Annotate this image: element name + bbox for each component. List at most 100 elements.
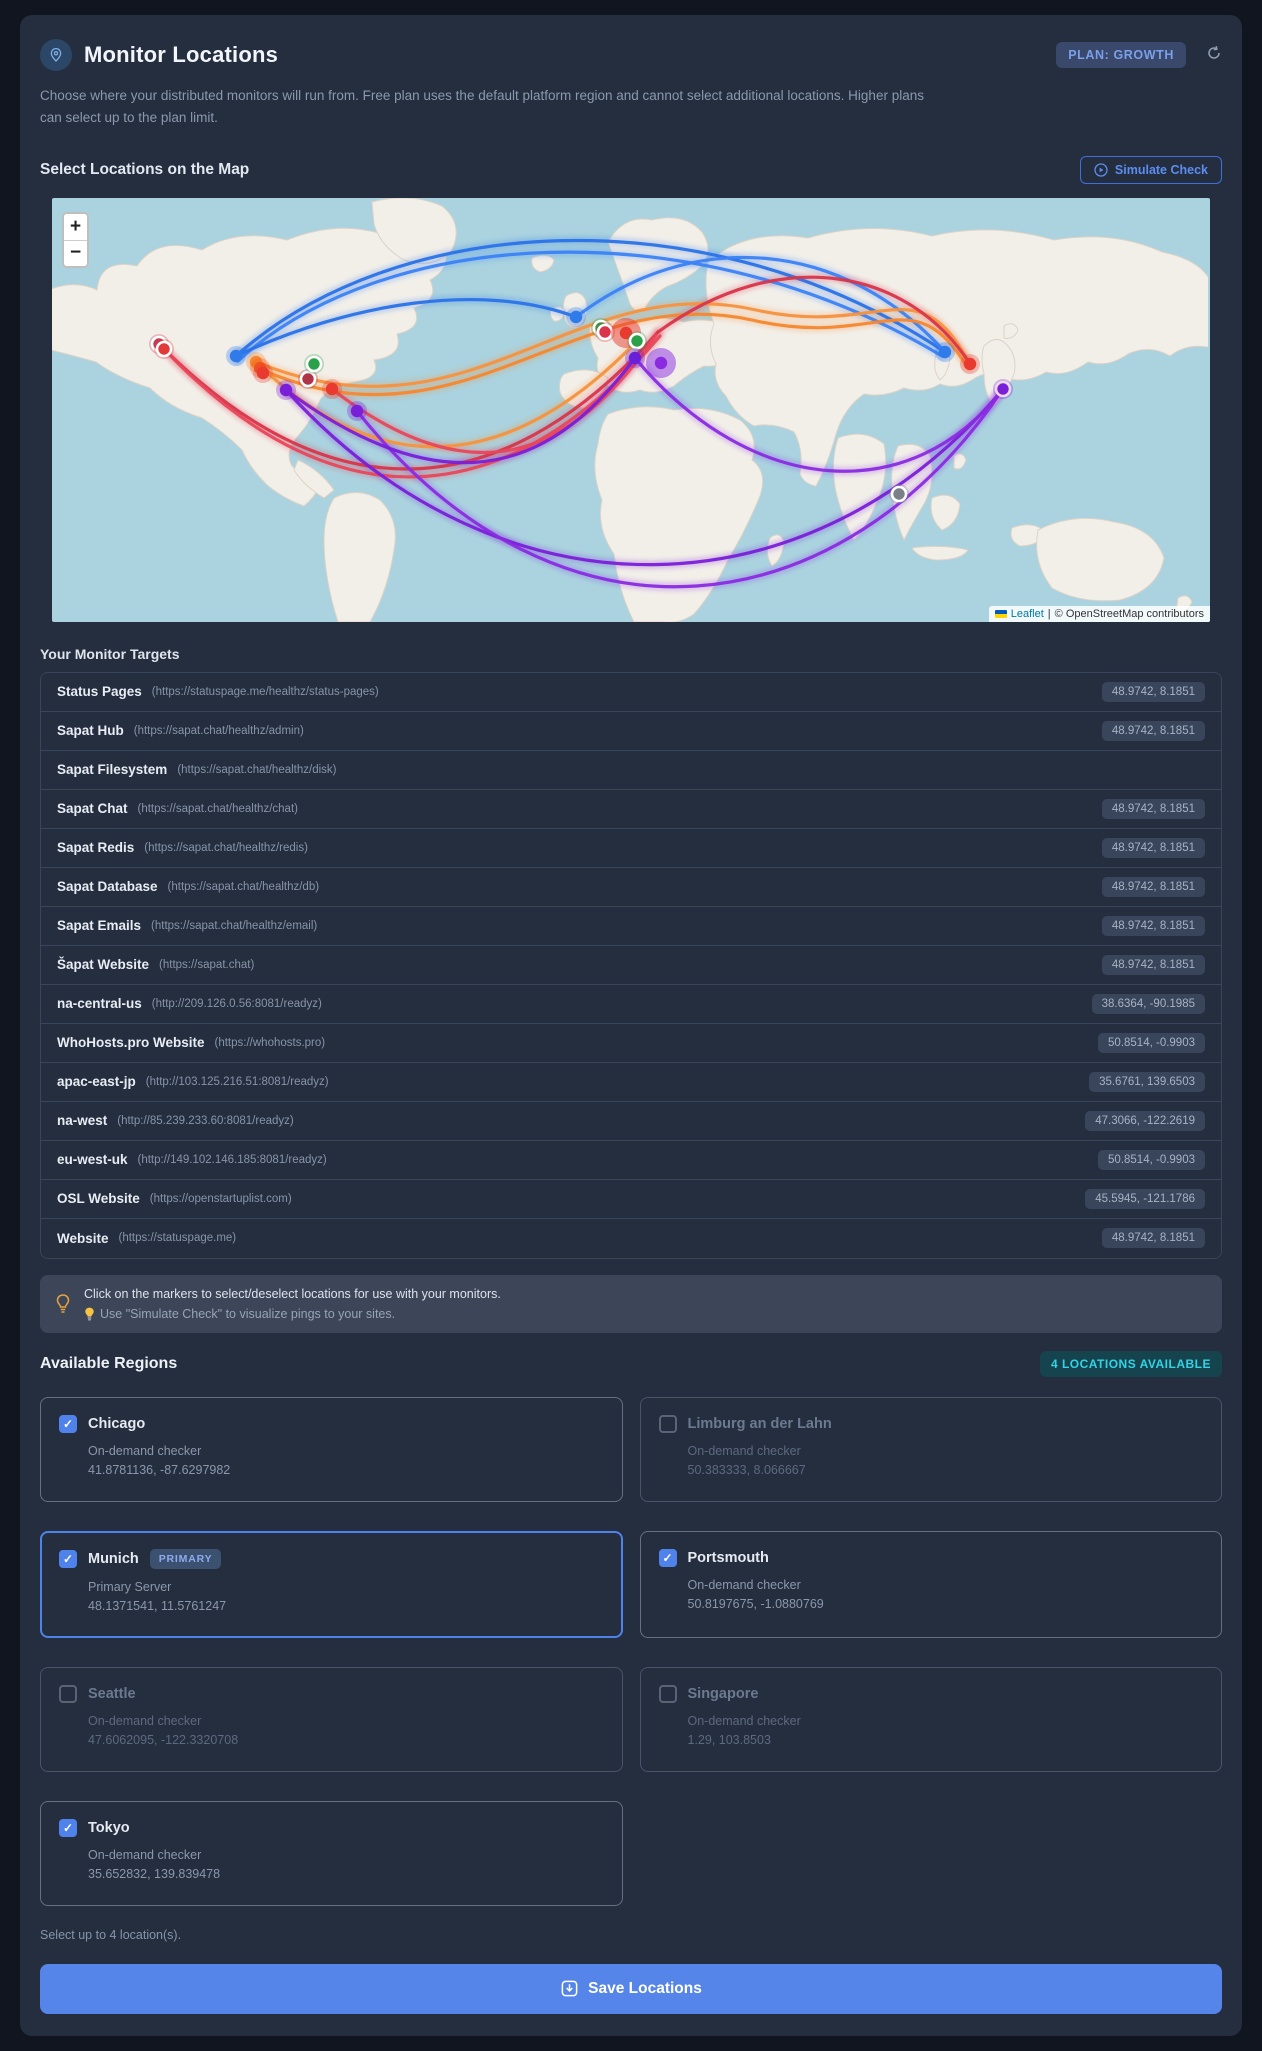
target-row: Šapat Website (https://sapat.chat) 48.97… bbox=[41, 945, 1221, 985]
refresh-icon[interactable] bbox=[1206, 45, 1222, 66]
map-canvas bbox=[52, 197, 1208, 622]
target-row: Status Pages (https://statuspage.me/heal… bbox=[41, 672, 1221, 712]
region-name: Portsmouth bbox=[687, 1549, 769, 1566]
target-name: Sapat Database bbox=[57, 879, 158, 895]
target-row: OSL Website (https://openstartuplist.com… bbox=[41, 1179, 1221, 1219]
target-name: apac-east-jp bbox=[57, 1074, 136, 1090]
locations-available-badge: 4 LOCATIONS AVAILABLE bbox=[1039, 1350, 1222, 1377]
location-pin-icon bbox=[40, 39, 72, 71]
map-marker-na-west-red-b[interactable] bbox=[154, 338, 174, 359]
region-card[interactable]: Chicago On-demand checker 41.8781136, -8… bbox=[40, 1396, 623, 1502]
map-marker-portsmouth-blue[interactable] bbox=[566, 306, 586, 327]
map-marker-na-red[interactable] bbox=[253, 362, 273, 383]
lightbulb-icon bbox=[56, 1293, 70, 1313]
save-icon bbox=[561, 1980, 578, 1997]
target-name: Šapat Website bbox=[57, 957, 150, 973]
map-marker-chicago-green[interactable] bbox=[304, 353, 324, 374]
page-description: Choose where your distributed monitors w… bbox=[40, 88, 924, 126]
target-row: WhoHosts.pro Website (https://whohosts.p… bbox=[41, 1023, 1221, 1063]
map-marker-singapore-gray[interactable] bbox=[889, 483, 909, 504]
region-card[interactable]: Singapore On-demand checker 1.29, 103.85… bbox=[639, 1666, 1222, 1772]
attribution-separator: | bbox=[1047, 607, 1051, 620]
target-name: Sapat Emails bbox=[57, 918, 142, 934]
save-locations-label: Save Locations bbox=[588, 1979, 702, 1997]
target-name: Sapat Chat bbox=[57, 801, 128, 817]
leaflet-link[interactable]: Leaflet bbox=[1011, 608, 1044, 620]
target-url: (https://statuspage.me/healthz/status-pa… bbox=[151, 685, 379, 698]
tip-line-2: Use "Simulate Check" to visualize pings … bbox=[100, 1306, 396, 1321]
map-attribution: Leaflet | © OpenStreetMap contributors bbox=[988, 605, 1210, 622]
zoom-in-button[interactable]: + bbox=[64, 213, 87, 240]
map-marker-na-gulf-red[interactable] bbox=[322, 378, 342, 399]
region-coords: 41.8781136, -87.6297982 bbox=[88, 1462, 231, 1477]
map-marker-japan-red[interactable] bbox=[960, 353, 980, 374]
targets-heading: Your Monitor Targets bbox=[40, 645, 180, 662]
region-card[interactable]: Munich PRIMARY Primary Server 48.1371541… bbox=[40, 1530, 623, 1638]
region-card-header: Singapore bbox=[658, 1684, 1204, 1703]
target-row: Sapat Emails (https://sapat.chat/healthz… bbox=[41, 906, 1221, 946]
region-subtitle: On-demand checker bbox=[88, 1847, 202, 1862]
map-marker-eu-purple-glow[interactable] bbox=[646, 347, 676, 378]
region-card[interactable]: Portsmouth On-demand checker 50.8197675,… bbox=[639, 1530, 1222, 1638]
target-url: (http://103.125.216.51:8081/readyz) bbox=[145, 1075, 329, 1088]
region-card-header: Seattle bbox=[59, 1684, 604, 1703]
region-coords: 47.6062095, -122.3320708 bbox=[88, 1732, 239, 1747]
osm-attribution[interactable]: © OpenStreetMap contributors bbox=[1055, 608, 1204, 620]
target-url: (https://sapat.chat) bbox=[159, 958, 255, 971]
region-subtitle: On-demand checker bbox=[687, 1713, 801, 1728]
target-coords-badge: 50.8514, -0.9903 bbox=[1098, 1149, 1205, 1170]
target-name: eu-west-uk bbox=[57, 1152, 128, 1168]
region-subtitle: Primary Server bbox=[88, 1579, 172, 1594]
region-subtitle: On-demand checker bbox=[687, 1577, 801, 1592]
target-coords-badge: 35.6761, 139.6503 bbox=[1089, 1071, 1205, 1092]
monitor-locations-panel: Monitor Locations PLAN: GROWTH Choose wh… bbox=[20, 15, 1242, 2036]
region-checkbox[interactable] bbox=[59, 1818, 77, 1837]
target-coords-badge: 48.9742, 8.1851 bbox=[1101, 915, 1205, 936]
map-marker-tokyo-purple[interactable] bbox=[993, 378, 1013, 399]
target-url: (https://sapat.chat/healthz/redis) bbox=[144, 841, 308, 854]
target-row: Sapat Redis (https://sapat.chat/healthz/… bbox=[41, 828, 1221, 868]
target-url: (https://sapat.chat/healthz/admin) bbox=[133, 724, 304, 737]
select-limit-note: Select up to 4 location(s). bbox=[40, 1927, 182, 1942]
region-card-header: Limburg an der Lahn bbox=[658, 1414, 1204, 1433]
target-row: Sapat Hub (https://sapat.chat/healthz/ad… bbox=[41, 711, 1221, 751]
region-card[interactable]: Seattle On-demand checker 47.6062095, -1… bbox=[40, 1666, 623, 1772]
map-marker-seattle-blue[interactable] bbox=[226, 345, 246, 366]
target-coords-badge: 50.8514, -0.9903 bbox=[1098, 1032, 1205, 1053]
region-checkbox[interactable] bbox=[59, 1684, 77, 1703]
region-coords: 50.383333, 8.066667 bbox=[687, 1462, 806, 1477]
zoom-out-button[interactable]: − bbox=[64, 239, 87, 266]
region-card[interactable]: Limburg an der Lahn On-demand checker 50… bbox=[639, 1396, 1222, 1502]
play-circle-icon bbox=[1094, 162, 1108, 177]
region-subtitle: On-demand checker bbox=[687, 1443, 801, 1458]
target-url: (https://sapat.chat/healthz/email) bbox=[151, 919, 318, 932]
region-name: Munich bbox=[88, 1550, 139, 1567]
header: Monitor Locations PLAN: GROWTH bbox=[40, 39, 1222, 71]
map-marker-eu-purple[interactable] bbox=[625, 347, 645, 368]
target-url: (http://149.102.146.185:8081/readyz) bbox=[137, 1153, 327, 1166]
target-url: (https://whohosts.pro) bbox=[214, 1036, 326, 1049]
save-locations-button[interactable]: Save Locations bbox=[40, 1963, 1222, 2014]
target-name: Sapat Hub bbox=[57, 723, 124, 739]
target-name: Status Pages bbox=[57, 684, 142, 700]
region-checkbox[interactable] bbox=[59, 1549, 77, 1568]
region-checkbox[interactable] bbox=[658, 1548, 677, 1567]
regions-heading: Available Regions bbox=[40, 1354, 178, 1372]
target-name: na-west bbox=[57, 1113, 108, 1129]
map-marker-korea-blue[interactable] bbox=[935, 341, 955, 362]
map-marker-munich-green[interactable] bbox=[627, 330, 647, 351]
target-row: Website (https://statuspage.me) 48.9742,… bbox=[41, 1218, 1221, 1258]
target-row: apac-east-jp (http://103.125.216.51:8081… bbox=[41, 1062, 1221, 1102]
simulate-check-button[interactable]: Simulate Check bbox=[1079, 155, 1222, 184]
region-checkbox[interactable] bbox=[658, 1684, 677, 1703]
region-checkbox[interactable] bbox=[59, 1414, 77, 1433]
map-marker-na-purple-b[interactable] bbox=[347, 400, 367, 421]
world-map[interactable]: + − Leaflet | © OpenStreetMap contributo… bbox=[52, 197, 1210, 622]
region-subtitle: On-demand checker bbox=[88, 1443, 202, 1458]
target-url: (https://openstartuplist.com) bbox=[149, 1192, 292, 1205]
ukraine-flag-icon bbox=[994, 609, 1007, 618]
region-subtitle: On-demand checker bbox=[88, 1713, 202, 1728]
region-checkbox[interactable] bbox=[658, 1414, 677, 1433]
region-card[interactable]: Tokyo On-demand checker 35.652832, 139.8… bbox=[40, 1800, 623, 1906]
map-marker-na-purple-a[interactable] bbox=[276, 379, 296, 400]
